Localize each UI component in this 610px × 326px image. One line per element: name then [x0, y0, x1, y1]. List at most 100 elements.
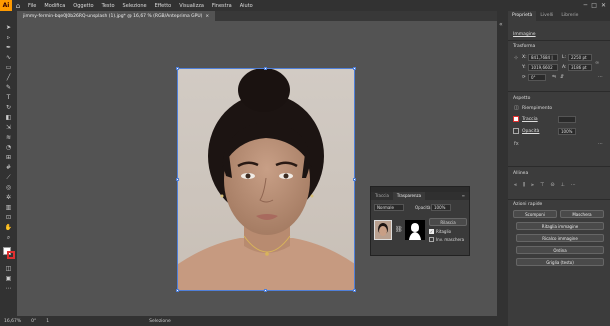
opacity-input[interactable]: 100% — [431, 204, 451, 211]
align-bottom-icon[interactable]: ⊥ — [561, 182, 565, 188]
transform-handle[interactable] — [353, 289, 356, 292]
fill-swatch-icon[interactable]: ◫ — [514, 105, 519, 111]
invert-mask-checkbox[interactable] — [429, 237, 434, 242]
y-input[interactable]: 1019,6602 — [528, 64, 558, 71]
transform-handle[interactable] — [176, 289, 179, 292]
flip-vertical-icon[interactable]: ⇵ — [560, 74, 564, 80]
mesh-icon[interactable]: # — [4, 164, 13, 171]
blend-icon[interactable]: ◎ — [4, 184, 13, 191]
close-tab-icon[interactable]: × — [205, 14, 209, 19]
stroke-weight-input[interactable] — [558, 116, 576, 123]
document-tab[interactable]: jimmy-fermin-bqe0J0b26RQ-unsplash (1).jp… — [17, 11, 216, 21]
object-thumbnail[interactable] — [374, 220, 392, 240]
direct-selection-icon[interactable]: ▹ — [4, 34, 13, 41]
transform-handle[interactable] — [264, 289, 267, 292]
maximize-icon[interactable]: □ — [591, 2, 597, 9]
clip-checkbox[interactable]: ✓ — [429, 229, 434, 234]
align-center-icon[interactable]: ⫼ — [523, 182, 525, 188]
minimize-icon[interactable]: ─ — [584, 2, 588, 9]
stroke-swatch[interactable] — [7, 251, 15, 259]
rotate-icon[interactable]: ↻ — [4, 104, 13, 111]
tab-librerie[interactable]: Librerie — [557, 11, 582, 21]
width-input[interactable]: 2250 pt — [568, 54, 592, 61]
transform-handle[interactable] — [264, 67, 267, 70]
scomponi-button[interactable]: Scomponi — [513, 210, 557, 218]
constrain-proportions-icon[interactable]: ∞ — [595, 60, 599, 66]
tab-trasparenza[interactable]: Trasparenza — [392, 192, 426, 200]
blend-mode-select[interactable]: Normale — [374, 204, 404, 211]
zoom-tool-icon[interactable]: ⌕ — [4, 234, 13, 241]
type-tool-icon[interactable]: T — [4, 94, 13, 101]
menu-file[interactable]: File — [24, 3, 40, 9]
brush-icon[interactable]: ✎ — [4, 84, 13, 91]
graph-tool-icon[interactable]: ▥ — [4, 204, 13, 211]
menu-finestra[interactable]: Finestra — [208, 3, 236, 9]
scale-icon[interactable]: ⇲ — [4, 124, 13, 131]
pen-tool-icon[interactable]: ✒ — [4, 44, 13, 51]
opacity-label-right[interactable]: Opacità — [522, 129, 539, 134]
menu-visualizza[interactable]: Visualizza — [175, 3, 208, 9]
mask-thumbnail[interactable] — [405, 220, 425, 240]
collapse-panels-icon[interactable]: « — [499, 21, 503, 28]
menu-testo[interactable]: Testo — [98, 3, 119, 9]
eyedropper-icon[interactable]: ⟋ — [4, 174, 13, 181]
align-left-icon[interactable]: ⫷ — [514, 182, 517, 188]
curvature-icon[interactable]: ∿ — [4, 54, 13, 61]
griglia-button[interactable]: Griglia (testo) — [516, 258, 604, 266]
ricalco-immagine-button[interactable]: Ricalco immagine — [516, 234, 604, 242]
panel-menu-icon[interactable]: ≡ — [458, 192, 469, 200]
artboard-number[interactable]: 1 — [46, 319, 49, 324]
menu-selezione[interactable]: Selezione — [119, 3, 151, 9]
edit-toolbar-icon[interactable]: ⋯ — [4, 285, 13, 292]
rotation-input[interactable]: 0° — [528, 74, 546, 81]
align-top-icon[interactable]: ⊤ — [540, 182, 544, 188]
release-button[interactable]: Rilascia — [429, 218, 467, 226]
opacity-input-right[interactable]: 100% — [558, 128, 576, 135]
transform-handle[interactable] — [353, 178, 356, 181]
ordina-button[interactable]: Ordina — [516, 246, 604, 254]
stroke-label[interactable]: Traccia — [522, 117, 538, 122]
flip-horizontal-icon[interactable]: ⇋ — [552, 74, 556, 80]
ritaglia-immagine-button[interactable]: Ritaglia immagine — [516, 222, 604, 230]
artboard-tool-icon[interactable]: ⊡ — [4, 214, 13, 221]
tab-proprieta[interactable]: Proprietà — [508, 11, 537, 21]
perspective-icon[interactable]: ⊞ — [4, 154, 13, 161]
menu-effetto[interactable]: Effetto — [151, 3, 176, 9]
screen-mode-icon[interactable]: ▣ — [4, 275, 13, 282]
drawing-modes-icon[interactable]: ◫ — [4, 265, 13, 272]
rotation-angle[interactable]: 0° — [31, 319, 36, 324]
selection-tool-icon[interactable]: ➤ — [4, 24, 13, 31]
align-middle-icon[interactable]: ⊝ — [550, 182, 554, 188]
align-more-icon[interactable]: ⋯ — [571, 182, 576, 188]
line-tool-icon[interactable]: ╱ — [4, 74, 13, 81]
clip-checkbox-row[interactable]: ✓ Ritaglio — [429, 229, 451, 234]
menu-modifica[interactable]: Modifica — [40, 3, 69, 9]
transform-handle[interactable] — [176, 178, 179, 181]
eraser-icon[interactable]: ◧ — [4, 114, 13, 121]
close-icon[interactable]: ✕ — [601, 2, 606, 9]
link-chain-icon[interactable]: ⛓ — [395, 226, 403, 233]
zoom-level[interactable]: 16,67% — [4, 319, 21, 324]
maschera-button[interactable]: Maschera — [560, 210, 604, 218]
appearance-more-icon[interactable]: ⋯ — [598, 141, 603, 147]
rectangle-tool-icon[interactable]: ▭ — [4, 64, 13, 71]
more-options-icon[interactable]: ⋯ — [598, 74, 603, 80]
warp-icon[interactable]: ≋ — [4, 134, 13, 141]
stroke-swatch-icon[interactable] — [513, 116, 519, 122]
menu-oggetto[interactable]: Oggetto — [69, 3, 97, 9]
invert-mask-row[interactable]: Inv. maschera — [429, 237, 464, 242]
shape-builder-icon[interactable]: ◔ — [4, 144, 13, 151]
transform-handle[interactable] — [176, 67, 179, 70]
canvas[interactable] — [17, 21, 497, 316]
reference-point-icon[interactable]: ⊹ — [514, 55, 518, 61]
tab-livelli[interactable]: Livelli — [536, 11, 557, 21]
fx-icon[interactable]: fx — [514, 141, 519, 147]
home-icon[interactable]: ⌂ — [12, 2, 24, 10]
align-right-icon[interactable]: ⫸ — [531, 182, 534, 188]
selection-bounding-box[interactable] — [177, 68, 355, 291]
symbol-sprayer-icon[interactable]: ✲ — [4, 194, 13, 201]
menu-aiuto[interactable]: Aiuto — [236, 3, 257, 9]
tab-traccia[interactable]: Traccia — [371, 192, 393, 200]
x-input[interactable]: 841,7684 | — [528, 54, 558, 61]
height-input[interactable]: 3186 pt — [568, 64, 592, 71]
